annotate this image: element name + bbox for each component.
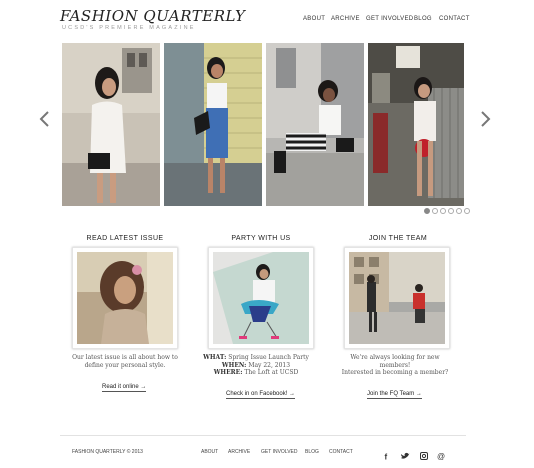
carousel-dot[interactable]	[456, 208, 462, 214]
carousel-pagination	[424, 208, 470, 214]
team-desc-line-2: Interested in becoming a member?	[341, 369, 449, 376]
facebook-icon[interactable]: f	[383, 447, 391, 462]
carousel-next-button[interactable]	[478, 110, 492, 128]
footer-nav-get-involved[interactable]: GET INVOLVED	[261, 449, 298, 455]
where-value: The Loft at UCSD	[244, 369, 299, 376]
footer-nav-blog[interactable]: BLOG	[305, 449, 319, 455]
team-image[interactable]	[344, 247, 450, 349]
team-section-title: JOIN THE TEAM	[368, 235, 428, 242]
what-label: WHAT:	[203, 354, 227, 361]
nav-about[interactable]: ABOUT	[303, 16, 325, 22]
team-desc-line-1: We're always looking for new members!	[350, 354, 440, 369]
nav-get-involved[interactable]: GET INVOLVED	[366, 16, 413, 22]
carousel-prev-button[interactable]	[38, 110, 52, 128]
email-icon[interactable]: @	[437, 447, 445, 461]
nav-blog[interactable]: BLOG	[414, 16, 432, 22]
carousel-dot[interactable]	[448, 208, 454, 214]
nav-archive[interactable]: ARCHIVE	[331, 16, 360, 22]
where-label: WHERE:	[213, 369, 243, 376]
svg-text:@: @	[437, 452, 445, 460]
team-description: We're always looking for new members! In…	[340, 354, 450, 377]
what-value: Spring Issue Launch Party	[228, 354, 309, 361]
party-event-image[interactable]	[208, 247, 314, 349]
issue-section-title: READ LATEST ISSUE	[86, 235, 164, 242]
chevron-right-icon	[481, 111, 491, 127]
footer-nav-about[interactable]: ABOUT	[201, 449, 218, 455]
footer-copyright: FASHION QUARTERLY © 2013	[72, 449, 143, 455]
carousel-slide-4[interactable]	[368, 43, 464, 206]
join-team-link[interactable]: Join the FQ Team →	[367, 391, 422, 399]
nav-contact[interactable]: CONTACT	[439, 16, 470, 22]
issue-cover-image[interactable]	[72, 247, 178, 349]
facebook-checkin-link[interactable]: Check in on Facebook! →	[226, 391, 296, 399]
issue-description: Our latest issue is all about how to def…	[72, 354, 178, 369]
carousel-slide-2[interactable]	[164, 43, 262, 206]
footer-nav-contact[interactable]: CONTACT	[329, 449, 353, 455]
site-tagline: UCSD'S PREMIERE MAGAZINE	[62, 25, 196, 31]
twitter-icon[interactable]	[400, 447, 410, 459]
footer-divider	[60, 435, 466, 436]
when-label: WHEN:	[221, 361, 247, 369]
party-section-title: PARTY WITH US	[231, 235, 291, 242]
carousel-slide-1[interactable]	[62, 43, 160, 206]
footer-nav-archive[interactable]: ARCHIVE	[228, 449, 250, 455]
instagram-icon[interactable]	[420, 447, 428, 460]
when-value: May 22, 2013	[248, 361, 291, 369]
carousel-dot[interactable]	[464, 208, 470, 214]
carousel-dot[interactable]	[440, 208, 446, 214]
carousel-dot[interactable]	[432, 208, 438, 214]
svg-text:f: f	[385, 453, 388, 461]
party-details: WHAT: Spring Issue Launch Party WHEN: Ma…	[201, 354, 311, 377]
site-logo[interactable]: FASHION QUARTERLY	[60, 7, 245, 25]
carousel-dot[interactable]	[424, 208, 430, 214]
read-online-link[interactable]: Read it online →	[102, 384, 147, 392]
chevron-left-icon	[39, 111, 49, 127]
carousel-slide-3[interactable]	[266, 43, 364, 206]
